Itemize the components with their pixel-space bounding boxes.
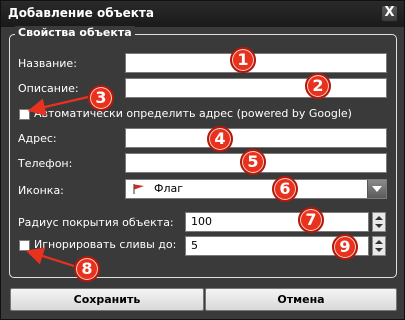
marker-7: 7: [298, 207, 324, 233]
close-button[interactable]: X: [381, 5, 398, 22]
phone-label: Телефон:: [18, 157, 73, 170]
description-input[interactable]: [125, 78, 387, 98]
stepper-up-icon[interactable]: [375, 216, 383, 220]
marker-2: 2: [305, 73, 331, 99]
icon-select[interactable]: Флаг: [125, 179, 387, 199]
radius-label: Радиус покрытия объекта:: [18, 216, 174, 229]
address-input[interactable]: [125, 128, 387, 148]
save-button[interactable]: Сохранить: [10, 288, 204, 311]
stepper-down-icon[interactable]: [375, 224, 383, 228]
marker-4: 4: [207, 126, 233, 152]
marker-3: 3: [88, 85, 114, 111]
fieldset-legend: Свойства объекта: [15, 26, 135, 39]
auto-address-label[interactable]: Автоматически определить адрес (powered …: [34, 107, 352, 120]
ignore-checkbox[interactable]: [19, 240, 30, 251]
ignore-stepper[interactable]: [372, 236, 386, 256]
marker-6: 6: [272, 176, 298, 202]
marker-8: 8: [74, 256, 100, 282]
stepper-up-icon[interactable]: [375, 240, 383, 244]
name-label: Название:: [18, 57, 77, 70]
icon-select-value: Флаг: [154, 182, 184, 195]
stepper-down-icon[interactable]: [375, 248, 383, 252]
ignore-label[interactable]: Игнорировать сливы до:: [34, 238, 176, 251]
auto-address-checkbox[interactable]: [19, 109, 30, 120]
marker-1: 1: [230, 47, 256, 73]
marker-9: 9: [332, 234, 358, 260]
cancel-button[interactable]: Отмена: [205, 288, 397, 311]
chevron-down-icon[interactable]: [367, 180, 386, 198]
window-title: Добавление объекта: [8, 6, 154, 20]
titlebar[interactable]: Добавление объекта X: [1, 1, 404, 27]
icon-label: Иконка:: [18, 184, 64, 197]
red-flag-icon: [133, 184, 144, 194]
description-label: Описание:: [18, 82, 79, 95]
name-input[interactable]: [125, 53, 387, 73]
marker-5: 5: [240, 149, 266, 175]
radius-stepper[interactable]: [372, 212, 386, 232]
radius-input[interactable]: 100: [185, 212, 369, 232]
dialog-window: Добавление объекта X Свойства объекта На…: [0, 0, 405, 320]
address-label: Адрес:: [18, 132, 57, 145]
